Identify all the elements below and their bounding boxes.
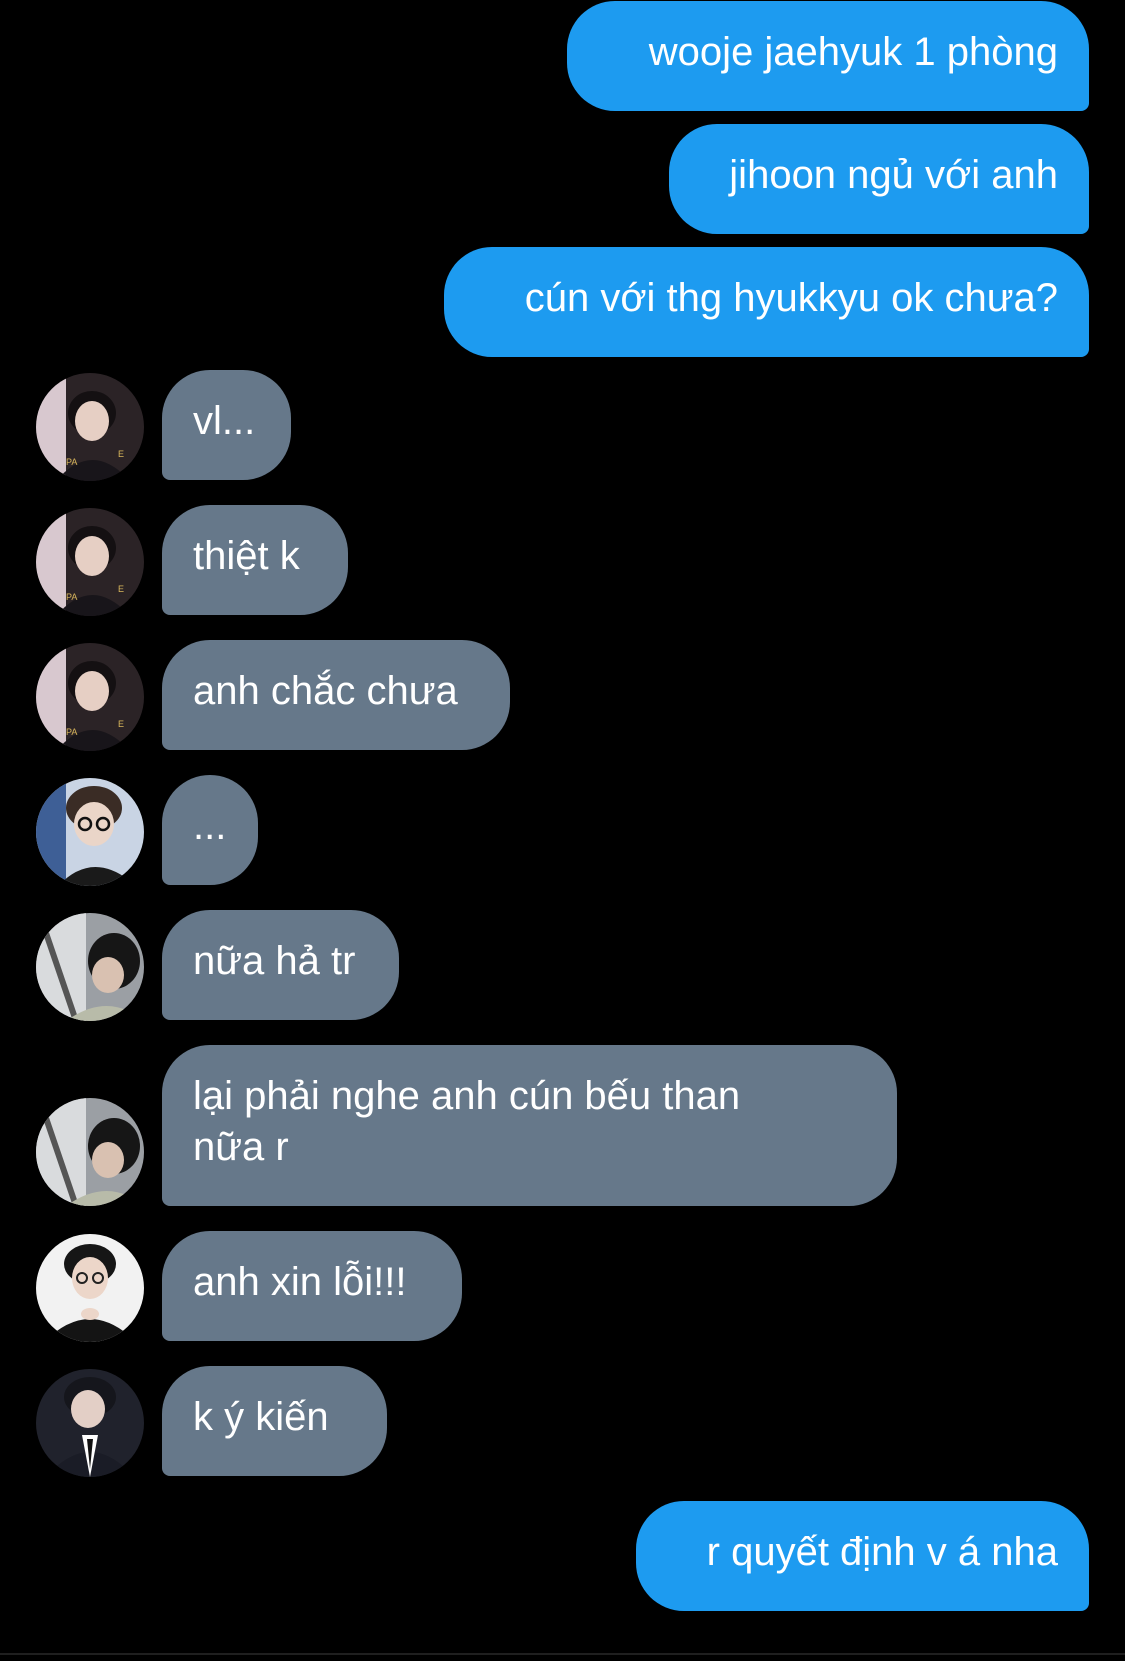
avatar[interactable] bbox=[36, 1234, 144, 1342]
divider bbox=[0, 1653, 1125, 1655]
incoming-message[interactable]: lại phải nghe anh cún bếu than nữa r bbox=[162, 1045, 897, 1206]
outgoing-message[interactable]: jihoon ngủ với anh bbox=[669, 124, 1089, 234]
avatar-a-image: PA E bbox=[36, 373, 144, 481]
svg-text:PA: PA bbox=[66, 592, 77, 602]
incoming-message[interactable]: vl... bbox=[162, 370, 291, 480]
avatar[interactable] bbox=[36, 913, 144, 1021]
incoming-message[interactable]: anh xin lỗi!!! bbox=[162, 1231, 462, 1341]
incoming-message[interactable]: nữa hả tr bbox=[162, 910, 399, 1020]
avatar-c-image bbox=[36, 913, 144, 1021]
avatar-d-image bbox=[36, 1234, 144, 1342]
avatar[interactable] bbox=[36, 778, 144, 886]
avatar[interactable]: PA E bbox=[36, 373, 144, 481]
svg-text:E: E bbox=[118, 449, 124, 459]
outgoing-message[interactable]: cún với thg hyukkyu ok chưa? bbox=[444, 247, 1089, 357]
avatar[interactable] bbox=[36, 1098, 144, 1206]
avatar[interactable] bbox=[36, 1369, 144, 1477]
avatar-a-image: PA E bbox=[36, 643, 144, 751]
avatar[interactable]: PA E bbox=[36, 643, 144, 751]
avatar[interactable]: PA E bbox=[36, 508, 144, 616]
incoming-message[interactable]: anh chắc chưa bbox=[162, 640, 510, 750]
avatar-b-image bbox=[36, 778, 144, 886]
avatar-e-image bbox=[36, 1369, 144, 1477]
outgoing-message[interactable]: r quyết định v á nha bbox=[636, 1501, 1089, 1611]
svg-text:PA: PA bbox=[66, 457, 77, 467]
incoming-message[interactable]: k ý kiến bbox=[162, 1366, 387, 1476]
outgoing-message[interactable]: wooje jaehyuk 1 phòng bbox=[567, 1, 1089, 111]
incoming-message[interactable]: thiệt k bbox=[162, 505, 348, 615]
svg-text:E: E bbox=[118, 584, 124, 594]
avatar-c-image bbox=[36, 1098, 144, 1206]
avatar-a-image: PA E bbox=[36, 508, 144, 616]
svg-text:E: E bbox=[118, 719, 124, 729]
incoming-message[interactable]: ... bbox=[162, 775, 258, 885]
svg-text:PA: PA bbox=[66, 727, 77, 737]
